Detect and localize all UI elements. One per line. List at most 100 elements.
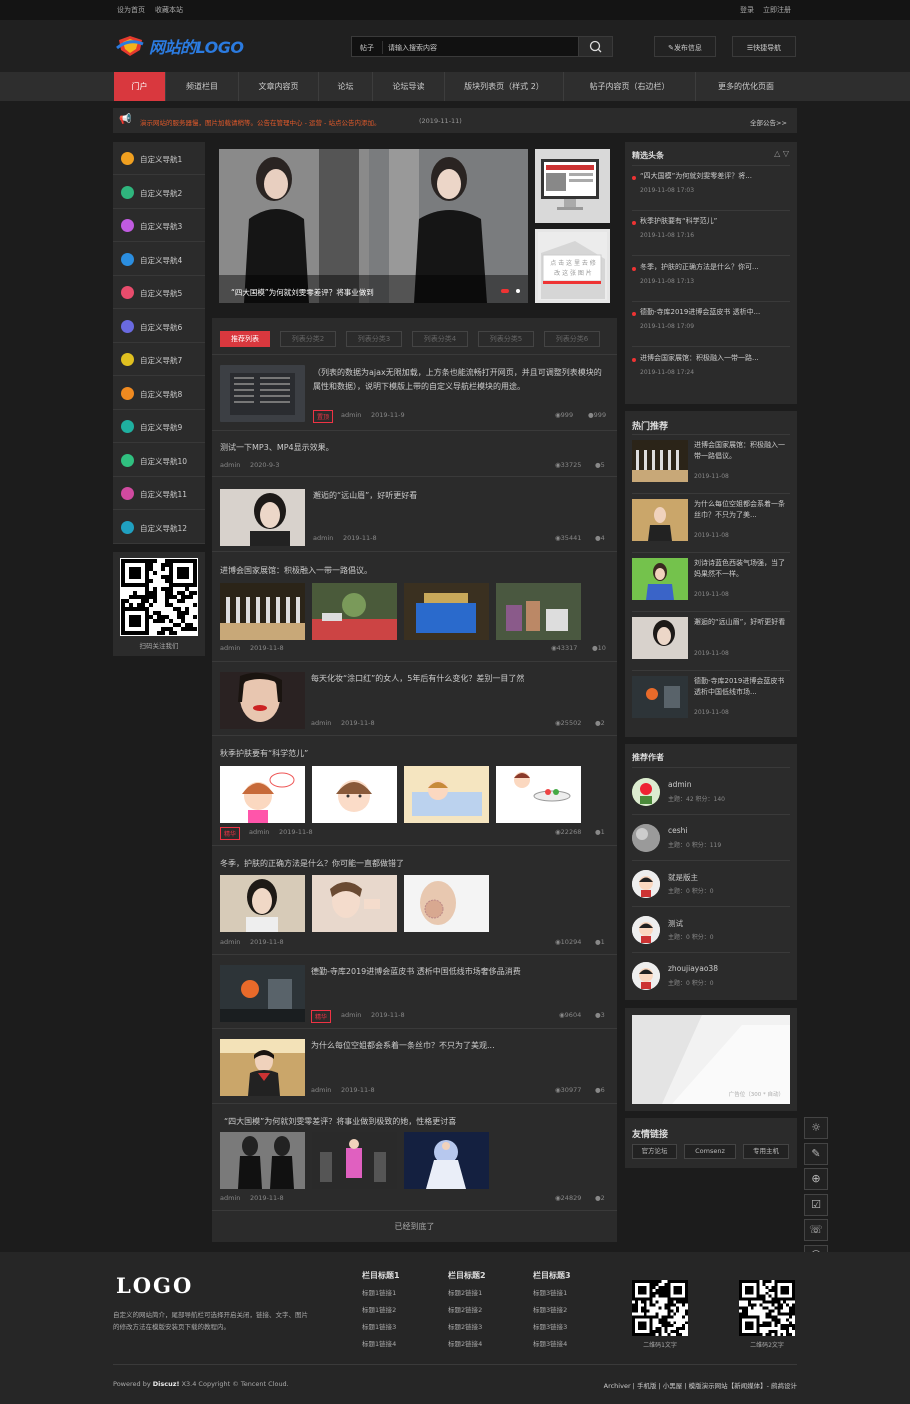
set-home-link[interactable]: 设为首页 bbox=[117, 5, 145, 15]
headline-title[interactable]: 秋季护肤要有“科学范儿” bbox=[640, 216, 790, 226]
headline-item[interactable]: “四大国模”为何就刘雯零差评？将... 2019-11-08 17:03 bbox=[632, 171, 790, 211]
sidebar-item-custom-nav[interactable]: 自定义导航4 bbox=[113, 243, 205, 276]
checkin-button[interactable]: ☑ bbox=[804, 1194, 828, 1216]
footer-link[interactable]: 标题2链接1 bbox=[448, 1289, 482, 1297]
sidebar-item-custom-nav[interactable]: 自定义导航12 bbox=[113, 511, 205, 544]
sidebar-item-custom-nav[interactable]: 自定义导航10 bbox=[113, 444, 205, 477]
login-link[interactable]: 登录 bbox=[740, 5, 754, 15]
quick-nav-button[interactable]: ☰快捷导航 bbox=[732, 36, 796, 57]
hot-item[interactable]: 德勤-寺库2019进博会蓝皮书 透析中国低线市场... 2019-11-08 bbox=[632, 671, 790, 730]
footer-logo[interactable]: LOGO bbox=[116, 1273, 193, 1298]
favorite-link[interactable]: 收藏本站 bbox=[155, 5, 183, 15]
friend-link[interactable]: Comsenz bbox=[684, 1144, 736, 1159]
list-item[interactable]: 邂逅的“远山眉”，好听更好看 admin 2019-11-8 ◉35441 ●4 bbox=[212, 476, 617, 551]
list-item[interactable]: 每天化妆“涂口红”的女人，5年后有什么变化？差别一目了然 admin 2019-… bbox=[212, 661, 617, 735]
post-author[interactable]: admin bbox=[341, 1011, 361, 1019]
add-button[interactable]: ⊕ bbox=[804, 1168, 828, 1190]
post-title[interactable]: 冬季，护肤的正确方法是什么？你可能一直都做错了 bbox=[220, 857, 404, 871]
avatar[interactable] bbox=[632, 916, 660, 944]
nav-item-thread[interactable]: 帖子内容页（右边栏） bbox=[564, 72, 696, 101]
author-name[interactable]: 就是版主 bbox=[668, 872, 698, 883]
post-info-button[interactable]: ✎发布信息 bbox=[654, 36, 716, 57]
headline-title[interactable]: 进博会国家展馆：积极融入一带一路... bbox=[640, 353, 790, 363]
footer-link[interactable]: 标题3链接2 bbox=[533, 1306, 567, 1314]
search-input[interactable]: 请输入搜索内容 bbox=[388, 43, 437, 53]
footer-link[interactable]: 标题3链接4 bbox=[533, 1340, 567, 1348]
discuz-link[interactable]: Discuz! bbox=[153, 1380, 180, 1388]
hot-item[interactable]: 为什么每位空姐都会系着一条丝巾？不只为了美... 2019-11-08 bbox=[632, 494, 790, 553]
footer-link[interactable]: 标题1链接4 bbox=[362, 1340, 396, 1348]
headline-title[interactable]: “四大国模”为何就刘雯零差评？将... bbox=[640, 171, 790, 181]
list-item[interactable]: 冬季，护肤的正确方法是什么？你可能一直都做错了 admin 2019-11-8 … bbox=[212, 845, 617, 954]
hot-title-text[interactable]: 邂逅的“远山眉”，好听更好看 bbox=[694, 617, 790, 628]
post-title[interactable]: “四大国模”为何就刘雯零差评？将事业做到极致的她，性格更讨喜 bbox=[224, 1115, 456, 1129]
search-type-select[interactable]: 帖子 bbox=[360, 43, 374, 53]
phone-button[interactable]: ☏ bbox=[804, 1219, 828, 1241]
sidebar-item-custom-nav[interactable]: 自定义导航11 bbox=[113, 477, 205, 510]
friend-link[interactable]: 官方论坛 bbox=[632, 1144, 677, 1159]
author-name[interactable]: admin bbox=[668, 780, 692, 789]
post-title[interactable]: 为什么每位空姐都会系着一条丝巾？不只为了美观... bbox=[311, 1039, 495, 1053]
headline-item[interactable]: 进博会国家展馆：积极融入一带一路... 2019-11-08 17:24 bbox=[632, 353, 790, 393]
sidebar-item-custom-nav[interactable]: 自定义导航5 bbox=[113, 276, 205, 309]
post-author[interactable]: admin bbox=[311, 719, 331, 727]
post-author[interactable]: admin bbox=[220, 461, 240, 469]
hot-item[interactable]: 刘诗诗蓝色西装气场强，当了妈果然不一样。 2019-11-08 bbox=[632, 553, 790, 612]
headline-item[interactable]: 秋季护肤要有“科学范儿” 2019-11-08 17:16 bbox=[632, 216, 790, 256]
post-author[interactable]: admin bbox=[220, 938, 240, 946]
post-title[interactable]: 德勤-寺库2019进博会蓝皮书 透析中国低线市场奢侈品消费 bbox=[311, 965, 521, 979]
post-title[interactable]: 进博会国家展馆：积极融入一带一路倡议。 bbox=[220, 564, 372, 578]
footer-link[interactable]: 标题1链接3 bbox=[362, 1323, 396, 1331]
footer-link[interactable]: 标题3链接3 bbox=[533, 1323, 567, 1331]
author-name[interactable]: 测试 bbox=[668, 918, 683, 929]
tab-category-2[interactable]: 列表分类2 bbox=[280, 331, 336, 347]
list-item[interactable]: 测试一下MP3、MP4显示效果。 admin 2020-9-3 ◉33725 ●… bbox=[212, 430, 617, 476]
headline-title[interactable]: 冬季，护肤的正确方法是什么？你可... bbox=[640, 262, 790, 272]
post-author[interactable]: admin bbox=[311, 1086, 331, 1094]
post-title[interactable]: 秋季护肤要有“科学范儿” bbox=[220, 747, 308, 761]
avatar[interactable] bbox=[632, 824, 660, 852]
sidebar-item-custom-nav[interactable]: 自定义导航6 bbox=[113, 310, 205, 343]
sidebar-item-custom-nav[interactable]: 自定义导航9 bbox=[113, 410, 205, 443]
author-item[interactable]: 测试 主题：0 积分：0 bbox=[632, 907, 790, 953]
footer-link[interactable]: 标题2链接4 bbox=[448, 1340, 482, 1348]
author-name[interactable]: zhoujiayao38 bbox=[668, 964, 718, 973]
post-title[interactable]: 测试一下MP3、MP4显示效果。 bbox=[220, 441, 334, 455]
promo-thumb-1[interactable] bbox=[535, 149, 610, 223]
notice-text[interactable]: 演示网站的服务器慢，图片加载请稍等。公告在管理中心 - 运营 - 站点公告内添加… bbox=[140, 117, 380, 127]
site-logo[interactable]: 网站的LOGO bbox=[115, 34, 255, 58]
nav-item-guide[interactable]: 论坛导读 bbox=[373, 72, 445, 101]
search-button[interactable] bbox=[578, 37, 612, 56]
nav-item-more[interactable]: 更多的优化页面 bbox=[696, 72, 796, 101]
image-slider[interactable]: “四大国模”为何就刘雯零差评？将事业做到 bbox=[219, 149, 528, 303]
tab-category-3[interactable]: 列表分类3 bbox=[346, 331, 402, 347]
all-notices-link[interactable]: 全部公告>> bbox=[750, 117, 787, 127]
author-item[interactable]: 就是版主 主题：0 积分：0 bbox=[632, 861, 790, 907]
tab-category-4[interactable]: 列表分类4 bbox=[412, 331, 468, 347]
footer-link[interactable]: 标题2链接2 bbox=[448, 1306, 482, 1314]
nav-item-channel[interactable]: 频道栏目 bbox=[166, 72, 239, 101]
slider-caption[interactable]: “四大国模”为何就刘雯零差评？将事业做到 bbox=[231, 287, 374, 298]
footer-link[interactable]: 标题3链接1 bbox=[533, 1289, 567, 1297]
promo-thumb-2[interactable]: 点 击 这 里 去 修 改 这 张 图 片 bbox=[535, 229, 610, 303]
nav-item-article[interactable]: 文章内容页 bbox=[239, 72, 319, 101]
list-item[interactable]: （列表的数据为ajax无限加载，上方条也能流畅打开网页，并且可调整列表模块的属性… bbox=[212, 354, 617, 430]
list-item[interactable]: 进博会国家展馆：积极融入一带一路倡议。 admin 2019-11-8 ◉433… bbox=[212, 551, 617, 661]
author-item[interactable]: ceshi 主题：0 积分：119 bbox=[632, 815, 790, 861]
hot-title-text[interactable]: 德勤-寺库2019进博会蓝皮书 透析中国低线市场... bbox=[694, 676, 790, 698]
post-author[interactable]: admin bbox=[313, 534, 333, 542]
sidebar-item-custom-nav[interactable]: 自定义导航8 bbox=[113, 377, 205, 410]
list-item[interactable]: 秋季护肤要有“科学范儿” 精华 admin 2019-11-8 ◉22268 ●… bbox=[212, 735, 617, 845]
list-item[interactable]: 为什么每位空姐都会系着一条丝巾？不只为了美观... admin 2019-11-… bbox=[212, 1028, 617, 1103]
post-author[interactable]: admin bbox=[220, 644, 240, 652]
post-title[interactable]: （列表的数据为ajax无限加载，上方条也能流畅打开网页，并且可调整列表模块的属性… bbox=[313, 366, 609, 394]
sidebar-item-custom-nav[interactable]: 自定义导航7 bbox=[113, 343, 205, 376]
hot-title-text[interactable]: 进博会国家展馆：积极融入一带一路倡议。 bbox=[694, 440, 790, 462]
list-item[interactable]: 德勤-寺库2019进博会蓝皮书 透析中国低线市场奢侈品消费 精华 admin 2… bbox=[212, 954, 617, 1028]
tab-recommend[interactable]: 推荐列表 bbox=[220, 331, 270, 347]
sidebar-item-custom-nav[interactable]: 自定义导航3 bbox=[113, 209, 205, 242]
headline-item[interactable]: 德勤-寺库2019进博会蓝皮书 透析中... 2019-11-08 17:09 bbox=[632, 307, 790, 347]
tab-category-6[interactable]: 列表分类6 bbox=[544, 331, 600, 347]
post-author[interactable]: admin bbox=[341, 411, 361, 419]
footer-link[interactable]: 标题1链接1 bbox=[362, 1289, 396, 1297]
